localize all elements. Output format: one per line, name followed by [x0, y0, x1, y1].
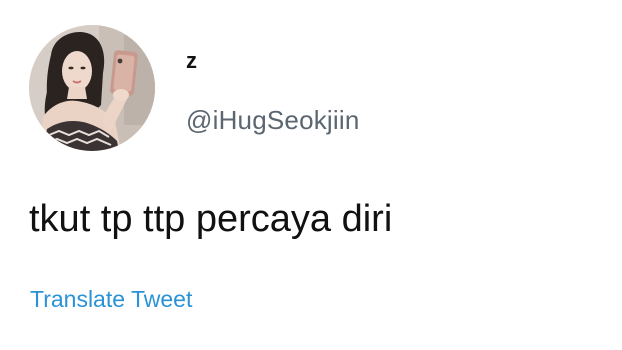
tweet-card: z @iHugSeokjiin tkut tp ttp percaya diri… — [0, 0, 622, 350]
translate-tweet-link[interactable]: Translate Tweet — [30, 285, 192, 313]
avatar[interactable] — [29, 25, 155, 151]
tweet-text: tkut tp ttp percaya diri — [29, 198, 393, 240]
display-name[interactable]: z — [186, 48, 197, 74]
user-handle[interactable]: @iHugSeokjiin — [186, 105, 360, 135]
avatar-image — [29, 25, 155, 151]
